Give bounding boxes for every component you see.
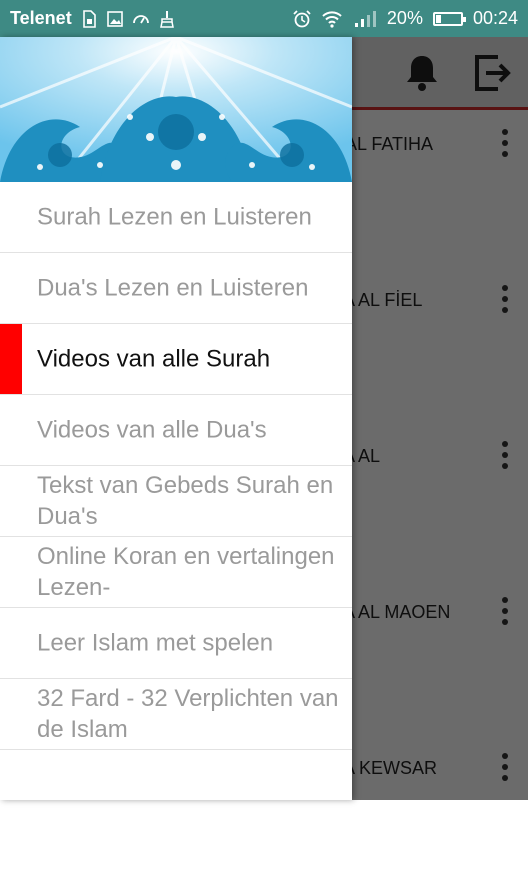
- ornamental-waves-image: [0, 37, 352, 182]
- drawer-item-label: Dua's Lezen en Luisteren: [37, 274, 309, 302]
- battery-level: [435, 14, 442, 23]
- drawer-header-image: [0, 37, 352, 182]
- drawer-item[interactable]: Tekst van Gebeds Surah en Dua's: [0, 466, 352, 537]
- drawer-item[interactable]: Leer Islam met spelen: [0, 608, 352, 679]
- drawer-item[interactable]: 32 Fard - 32 Verplichten van de Islam: [0, 679, 352, 750]
- drawer-item[interactable]: Surah Lezen en Luisteren: [0, 182, 352, 253]
- drawer-item-label: Leer Islam met spelen: [37, 629, 274, 657]
- sim-icon: [82, 9, 96, 28]
- wifi-icon: [322, 10, 342, 28]
- drawer-item[interactable]: Videos van alle Surah: [0, 324, 352, 395]
- alarm-icon: [293, 9, 311, 27]
- drawer-item-label: 32 Fard - 32 Verplichten van de Islam: [37, 685, 339, 743]
- drawer-item-label: Tekst van Gebeds Surah en Dua's: [37, 472, 334, 530]
- battery-percent: 20%: [386, 8, 423, 28]
- status-bar: Telenet 20% 00:24: [0, 0, 528, 37]
- battery-icon: [432, 11, 466, 26]
- image-icon: [106, 10, 123, 27]
- drawer-item[interactable]: Online Koran en vertalingen Lezen-: [0, 537, 352, 608]
- drawer-item-label: Videos van alle Dua's: [37, 416, 267, 444]
- clock: 00:24: [472, 8, 518, 28]
- navigation-drawer: Surah Lezen en Luisteren Dua's Lezen en L…: [0, 37, 352, 800]
- drawer-item-label: Online Koran en vertalingen Lezen-: [37, 543, 335, 601]
- drawer-item[interactable]: Videos van alle Dua's: [0, 395, 352, 466]
- active-indicator: [0, 324, 22, 394]
- drawer-item[interactable]: Dua's Lezen en Luisteren: [0, 253, 352, 324]
- signal-icon: [354, 10, 376, 27]
- carrier-label: Telenet: [10, 8, 72, 28]
- gauge-icon: [132, 14, 149, 23]
- drawer-item-label: Surah Lezen en Luisteren: [37, 203, 312, 231]
- drawer-item-label: Videos van alle Surah: [37, 345, 271, 373]
- broom-icon: [159, 10, 174, 28]
